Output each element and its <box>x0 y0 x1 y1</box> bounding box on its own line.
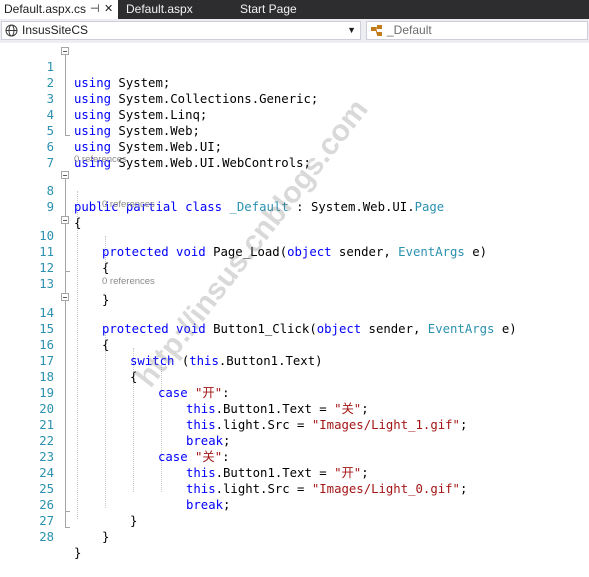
tab-default-aspx-cs[interactable]: Default.aspx.cs ⊣ ✕ <box>0 0 118 19</box>
globe-icon <box>5 24 18 37</box>
code-lens-references[interactable]: 0 references <box>102 198 155 212</box>
code-line[interactable]: 4 using System.Web; <box>0 91 589 138</box>
code-line[interactable]: 18 case "开": <box>0 353 589 400</box>
code-lens-references[interactable]: 0 references <box>74 153 127 167</box>
close-icon[interactable]: ✕ <box>104 0 113 19</box>
code-line[interactable]: 15 { <box>0 305 589 352</box>
class-icon <box>371 25 382 36</box>
project-dropdown-value: InsusSiteCS <box>22 23 89 37</box>
chevron-down-icon: ▼ <box>347 25 356 35</box>
code-line[interactable]: 3 using System.Linq; <box>0 75 589 122</box>
project-dropdown[interactable]: InsusSiteCS ▼ <box>1 21 361 40</box>
tab-default-aspx[interactable]: Default.aspx <box>126 0 193 19</box>
code-line[interactable]: 6 using System.Web.UI.WebControls; <box>0 123 589 170</box>
code-line[interactable]: 19 this.Button1.Text = "关"; <box>0 369 589 416</box>
tab-label: Default.aspx.cs <box>4 2 87 16</box>
code-line[interactable]: 28 } <box>0 513 589 560</box>
code-line[interactable]: 5 using System.Web.UI; <box>0 107 589 154</box>
code-line[interactable]: 14 protected void Button1_Click(object s… <box>0 289 589 336</box>
code-line[interactable]: 20 this.light.Src = "Images/Light_1.gif"… <box>0 385 589 432</box>
code-line[interactable]: 12 <box>0 244 589 275</box>
code-lens-references[interactable]: 0 references <box>102 275 155 289</box>
code-line[interactable]: 16 switch (this.Button1.Text) <box>0 321 589 368</box>
brace: } <box>74 546 82 560</box>
member-dropdown[interactable]: _Default <box>366 21 588 40</box>
code-line[interactable]: 13 } <box>0 260 589 307</box>
code-editor[interactable]: 1 using System; 2 using System.Collectio… <box>0 43 589 560</box>
code-line[interactable]: 27 } <box>0 497 589 544</box>
code-line[interactable]: 22 case "关": <box>0 417 589 464</box>
navigation-bar: InsusSiteCS ▼ _Default <box>0 19 589 44</box>
code-line[interactable]: 24 this.light.Src = "Images/Light_0.gif"… <box>0 449 589 496</box>
code-line[interactable]: 26 } <box>0 481 589 528</box>
code-line[interactable]: 2 using System.Collections.Generic; <box>0 59 589 106</box>
code-line[interactable]: 11 { <box>0 228 589 275</box>
code-line[interactable]: 1 using System; <box>0 43 589 90</box>
code-line[interactable]: 21 break; <box>0 401 589 448</box>
tab-start-page[interactable]: Start Page <box>240 0 297 19</box>
member-dropdown-value: _Default <box>387 23 432 37</box>
code-line[interactable]: 17 { <box>0 337 589 384</box>
code-line[interactable]: 25 break; <box>0 465 589 512</box>
tab-label: Start Page <box>240 2 297 16</box>
tab-label: Default.aspx <box>126 2 193 16</box>
pin-icon[interactable]: ⊣ <box>90 0 100 19</box>
code-line[interactable]: 23 this.Button1.Text = "开"; <box>0 433 589 480</box>
document-tab-strip: Default.aspx.cs ⊣ ✕ Default.aspx Start P… <box>0 0 589 19</box>
